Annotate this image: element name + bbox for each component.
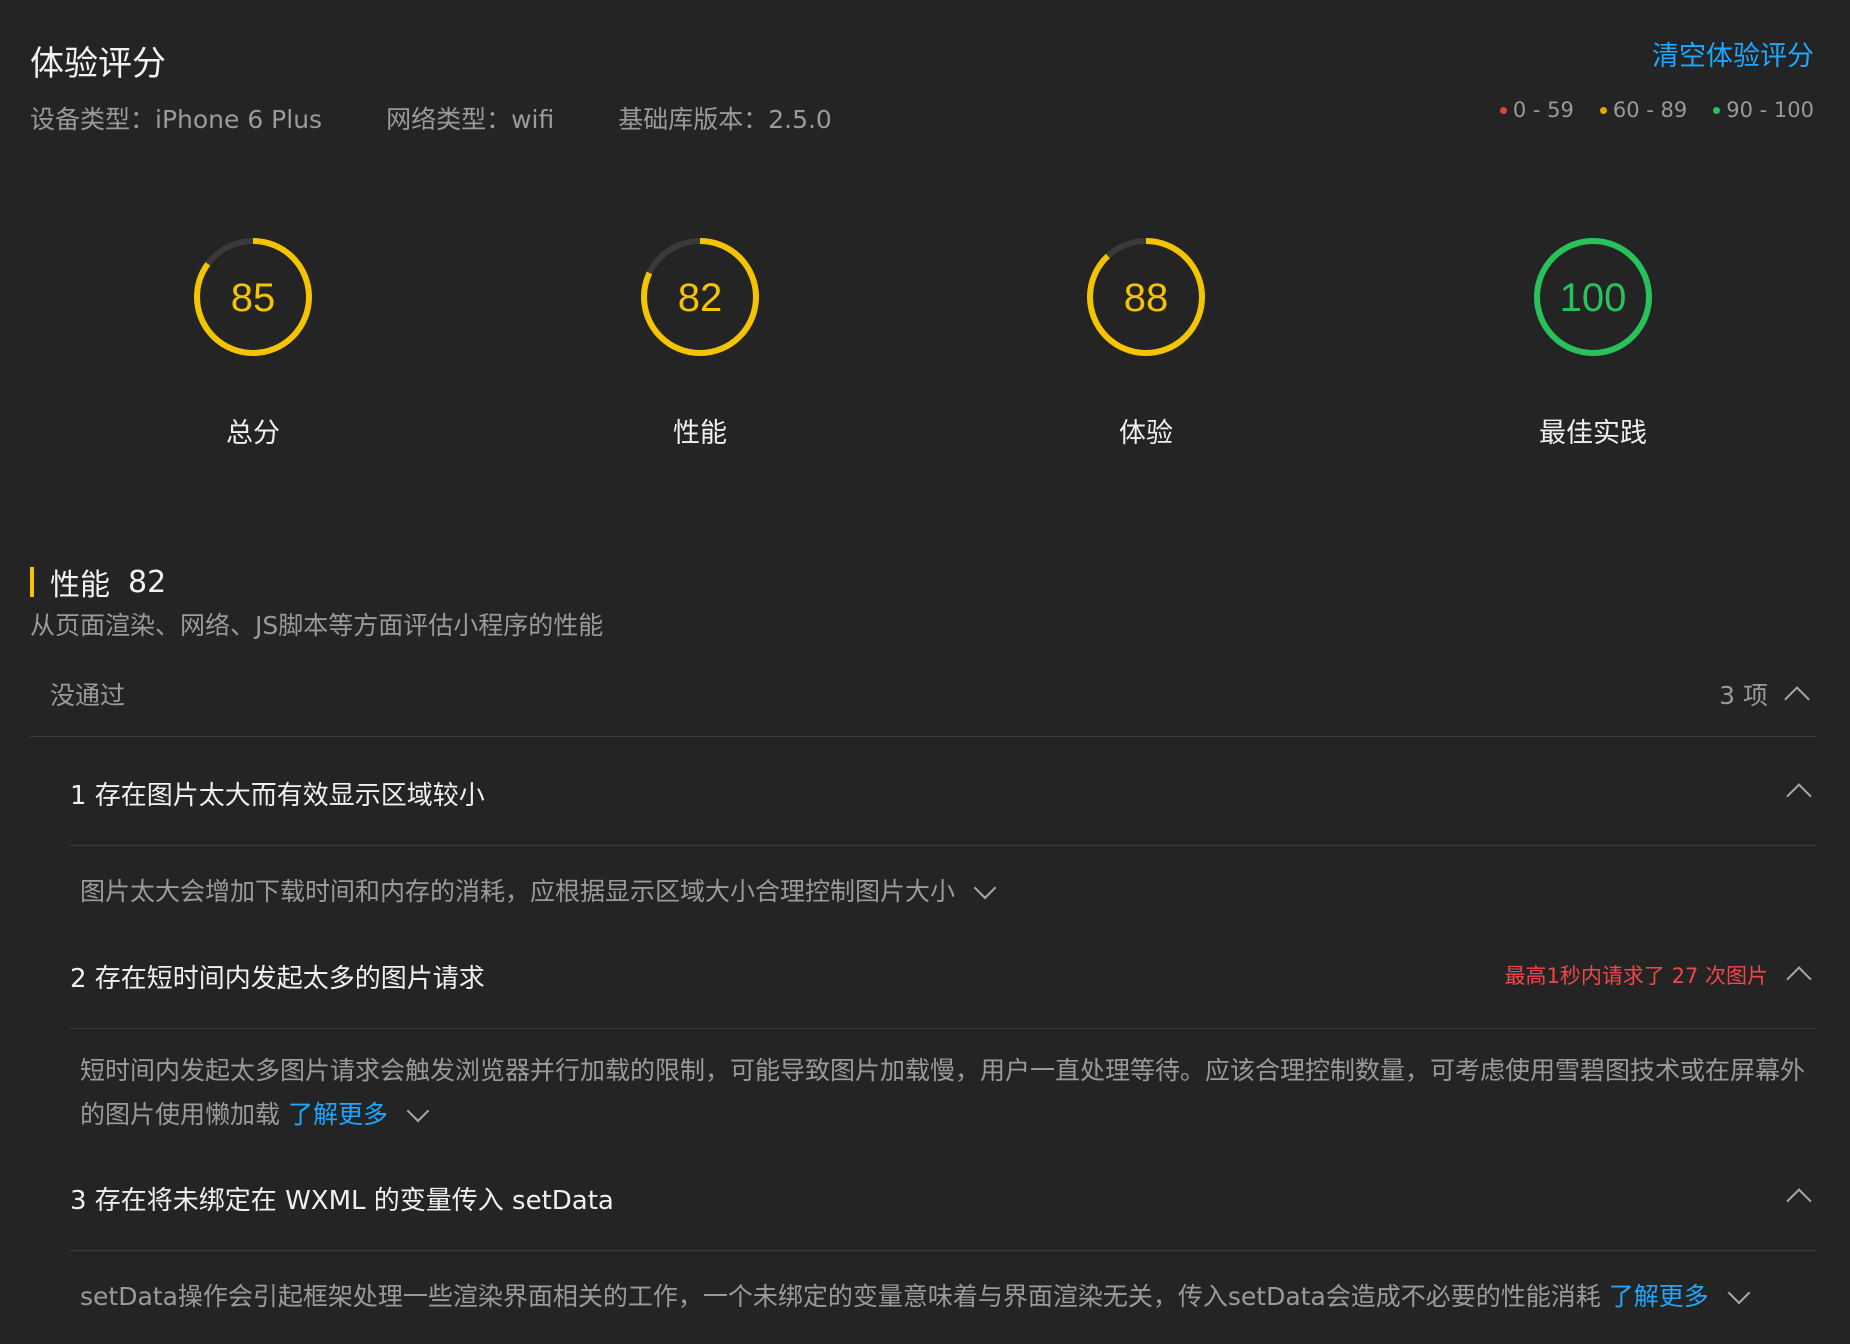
gauge-label: 性能 (673, 418, 727, 449)
legend-item-bad: 0 - 59 (1499, 98, 1574, 122)
device-type: 设备类型：iPhone 6 Plus (30, 105, 323, 134)
red-dot-icon (1499, 106, 1507, 114)
score-legend: 0 - 59 60 - 89 90 - 100 (1499, 98, 1814, 122)
gauge-performance: 82 性能 (600, 235, 800, 450)
page-title: 体验评分 (30, 44, 166, 84)
score-value: 85 (231, 276, 276, 320)
network-type: 网络类型：wifi (386, 105, 555, 134)
learn-more-link[interactable]: 了解更多 (288, 1100, 388, 1129)
legend-range: 60 - 89 (1612, 98, 1688, 122)
gauge-label: 总分 (226, 418, 280, 449)
section-score: 82 (128, 564, 167, 600)
description-text: 图片太大会增加下载时间和内存的消耗，应根据显示区域大小合理控制图片大小 (80, 877, 956, 906)
audit-item-title: 3 存在将未绑定在 WXML 的变量传入 setData (70, 1186, 614, 1216)
device-meta: 设备类型：iPhone 6 Plus 网络类型：wifi 基础库版本：2.5.0 (30, 100, 832, 136)
score-value: 82 (678, 276, 723, 320)
legend-range: 90 - 100 (1726, 98, 1814, 122)
group-count: 3 项 (1719, 681, 1768, 710)
orange-dot-icon (1599, 106, 1607, 114)
gauge-total: 85 总分 (153, 235, 353, 450)
audit-item-description: setData操作会引起框架处理一些渲染界面相关的工作，一个未绑定的变量意味着与… (70, 1251, 1816, 1317)
legend-item-good: 90 - 100 (1713, 98, 1814, 122)
score-value: 100 (1560, 276, 1627, 320)
score-ring: 85 (194, 238, 312, 356)
audit-item-header[interactable]: 2 存在短时间内发起太多的图片请求 最高1秒内请求了 27 次图片 (70, 928, 1816, 1029)
audit-item-title: 2 存在短时间内发起太多的图片请求 (70, 964, 485, 994)
green-dot-icon (1713, 106, 1721, 114)
legend-range: 0 - 59 (1512, 98, 1574, 122)
chevron-up-icon[interactable] (1784, 686, 1810, 712)
learn-more-link[interactable]: 了解更多 (1609, 1282, 1709, 1311)
clear-score-button[interactable]: 清空体验评分 (1652, 34, 1814, 73)
score-ring: 88 (1087, 238, 1205, 356)
section-accent-bar (30, 567, 34, 597)
chevron-down-icon[interactable] (406, 1091, 430, 1131)
audit-item-title: 1 存在图片太大而有效显示区域较小 (70, 781, 485, 811)
section-description: 从页面渲染、网络、JS脚本等方面评估小程序的性能 (30, 611, 604, 640)
gauge-best-practice: 100 最佳实践 (1493, 235, 1693, 450)
score-ring: 82 (641, 238, 759, 356)
section-title: 性能 (50, 568, 110, 603)
lib-version: 基础库版本：2.5.0 (618, 105, 832, 134)
chevron-down-icon[interactable] (973, 868, 997, 908)
audit-item: 3 存在将未绑定在 WXML 的变量传入 setData setData操作会引… (70, 1150, 1816, 1317)
audit-item: 2 存在短时间内发起太多的图片请求 最高1秒内请求了 27 次图片 短时间内发起… (70, 928, 1816, 1135)
audit-item-description: 短时间内发起太多图片请求会触发浏览器并行加载的限制，可能导致图片加载慢，用户一直… (70, 1029, 1816, 1135)
audit-item-description: 图片太大会增加下载时间和内存的消耗，应根据显示区域大小合理控制图片大小 (70, 846, 1816, 912)
gauge-label: 体验 (1119, 418, 1173, 449)
audit-item: 1 存在图片太大而有效显示区域较小 图片太大会增加下载时间和内存的消耗，应根据显… (70, 745, 1816, 912)
section-header: 性能 82 (30, 560, 166, 604)
score-value: 88 (1124, 276, 1169, 320)
legend-item-mid: 60 - 89 (1599, 98, 1688, 122)
audit-item-header[interactable]: 3 存在将未绑定在 WXML 的变量传入 setData (70, 1150, 1816, 1251)
description-text: setData操作会引起框架处理一些渲染界面相关的工作，一个未绑定的变量意味着与… (80, 1282, 1601, 1311)
chevron-up-icon[interactable] (1786, 783, 1812, 809)
gauge-label: 最佳实践 (1539, 418, 1647, 449)
audit-item-header[interactable]: 1 存在图片太大而有效显示区域较小 (70, 745, 1816, 846)
gauge-experience: 88 体验 (1046, 235, 1246, 450)
chevron-down-icon[interactable] (1727, 1273, 1751, 1313)
audit-item-warning: 最高1秒内请求了 27 次图片 (1504, 964, 1768, 988)
score-ring: 100 (1534, 238, 1652, 356)
chevron-up-icon[interactable] (1786, 1188, 1812, 1214)
group-name: 没通过 (50, 681, 126, 710)
chevron-up-icon[interactable] (1786, 966, 1812, 992)
failed-group-header[interactable]: 没通过 3 项 (30, 664, 1816, 737)
